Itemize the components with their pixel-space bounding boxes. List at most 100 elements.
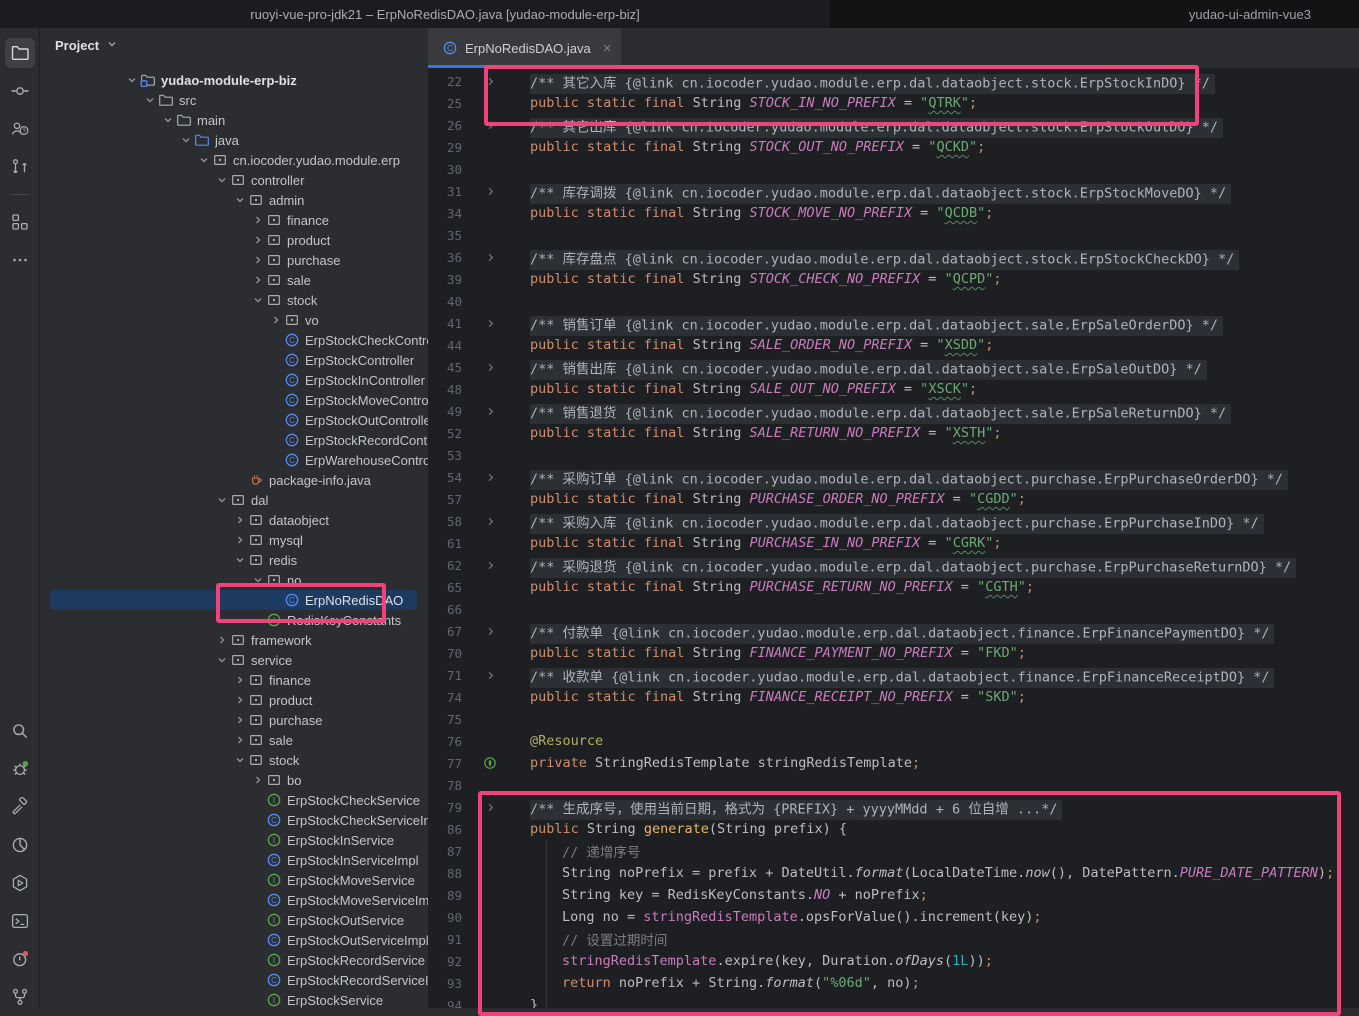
- chevron-down-icon[interactable]: [232, 752, 248, 768]
- chevron-down-icon[interactable]: [124, 72, 140, 88]
- fold-chevron-right-icon[interactable]: [482, 626, 498, 637]
- tree-item-erpstockservice[interactable]: IErpStockService: [40, 990, 428, 1010]
- tree-item-erpstockcheckserviceimpl[interactable]: CErpStockCheckServiceImpl: [40, 810, 428, 830]
- chevron-down-icon[interactable]: [250, 572, 266, 588]
- code-line-61[interactable]: 61public static final String PURCHASE_IN…: [428, 532, 1359, 554]
- code-line-57[interactable]: 57public static final String PURCHASE_OR…: [428, 488, 1359, 510]
- fold-chevron-right-icon[interactable]: [482, 472, 498, 483]
- tree-item-erpstockmoveserviceimpl[interactable]: CErpStockMoveServiceImpl: [40, 890, 428, 910]
- pull-requests-icon[interactable]: [5, 152, 35, 182]
- code-line-31[interactable]: 31/** 库存调拨 {@link cn.iocoder.yudao.modul…: [428, 180, 1359, 202]
- tree-item-package-info-java[interactable]: package-info.java: [40, 470, 428, 490]
- code-line-92[interactable]: 92stringRedisTemplate.expire(key, Durati…: [428, 950, 1359, 972]
- tree-item-erpstockrecordcontroller[interactable]: CErpStockRecordController: [40, 430, 428, 450]
- tree-item-rediskeyconstants[interactable]: IRedisKeyConstants: [40, 610, 428, 630]
- tab-erpnoredisdao[interactable]: C ErpNoRedisDAO.java ×: [428, 28, 621, 68]
- tree-item-product[interactable]: product: [40, 230, 428, 250]
- tree-item-stock[interactable]: stock: [40, 290, 428, 310]
- code-line-26[interactable]: 26/** 其它出库 {@link cn.iocoder.yudao.modul…: [428, 114, 1359, 136]
- fold-chevron-right-icon[interactable]: [482, 252, 498, 263]
- tree-item-erpstockmoveservice[interactable]: IErpStockMoveService: [40, 870, 428, 890]
- code-line-65[interactable]: 65public static final String PURCHASE_RE…: [428, 576, 1359, 598]
- code-line-89[interactable]: 89String key = RedisKeyConstants.NO + no…: [428, 884, 1359, 906]
- tree-item-bo[interactable]: bo: [40, 770, 428, 790]
- chevron-down-icon[interactable]: [142, 92, 158, 108]
- chevron-right-icon[interactable]: [250, 272, 266, 288]
- tree-item-erpstockinservice[interactable]: IErpStockInService: [40, 830, 428, 850]
- tree-item-service[interactable]: service: [40, 650, 428, 670]
- tree-item-dataobject[interactable]: dataobject: [40, 510, 428, 530]
- tree-item-redis[interactable]: redis: [40, 550, 428, 570]
- chevron-down-icon[interactable]: [160, 112, 176, 128]
- code-line-58[interactable]: 58/** 采购入库 {@link cn.iocoder.yudao.modul…: [428, 510, 1359, 532]
- code-line-76[interactable]: 76@Resource: [428, 730, 1359, 752]
- code-line-52[interactable]: 52public static final String SALE_RETURN…: [428, 422, 1359, 444]
- fold-chevron-right-icon[interactable]: [482, 362, 498, 373]
- tree-item-admin[interactable]: admin: [40, 190, 428, 210]
- chevron-down-icon[interactable]: [214, 172, 230, 188]
- spring-bean-icon[interactable]: [482, 755, 498, 771]
- code-line-54[interactable]: 54/** 采购订单 {@link cn.iocoder.yudao.modul…: [428, 466, 1359, 488]
- background-window-title[interactable]: yudao-ui-admin-vue3: [830, 0, 1359, 28]
- fold-chevron-right-icon[interactable]: [482, 516, 498, 527]
- code-line-25[interactable]: 25public static final String STOCK_IN_NO…: [428, 92, 1359, 114]
- chevron-right-icon[interactable]: [232, 712, 248, 728]
- chevron-right-icon[interactable]: [250, 232, 266, 248]
- chevron-down-icon[interactable]: [196, 152, 212, 168]
- services-play-icon[interactable]: [5, 868, 35, 898]
- tree-item-sale[interactable]: sale: [40, 730, 428, 750]
- tree-item-erpwarehousecontroller[interactable]: CErpWarehouseController: [40, 450, 428, 470]
- code-line-62[interactable]: 62/** 采购退货 {@link cn.iocoder.yudao.modul…: [428, 554, 1359, 576]
- chevron-right-icon[interactable]: [214, 632, 230, 648]
- fold-chevron-right-icon[interactable]: [482, 76, 498, 87]
- code-line-45[interactable]: 45/** 销售出库 {@link cn.iocoder.yudao.modul…: [428, 356, 1359, 378]
- chevron-down-icon[interactable]: [178, 132, 194, 148]
- code-line-79[interactable]: 79/** 生成序号，使用当前日期，格式为 {PREFIX} + yyyyMMd…: [428, 796, 1359, 818]
- search-icon[interactable]: [5, 716, 35, 746]
- tree-item-erpstockcheckservice[interactable]: IErpStockCheckService: [40, 790, 428, 810]
- tree-item-finance[interactable]: finance: [40, 210, 428, 230]
- tree-item-erpstockoutcontroller[interactable]: CErpStockOutController: [40, 410, 428, 430]
- project-panel-header[interactable]: Project: [40, 28, 428, 62]
- tree-item-framework[interactable]: framework: [40, 630, 428, 650]
- chevron-right-icon[interactable]: [250, 252, 266, 268]
- code-line-70[interactable]: 70public static final String FINANCE_PAY…: [428, 642, 1359, 664]
- fold-chevron-right-icon[interactable]: [482, 802, 498, 813]
- tree-item-src[interactable]: src: [40, 90, 428, 110]
- chevron-right-icon[interactable]: [268, 312, 284, 328]
- tree-item-dal[interactable]: dal: [40, 490, 428, 510]
- problems-icon[interactable]: [5, 944, 35, 974]
- tree-item-erpstockrecordserviceimpl[interactable]: CErpStockRecordServiceImpl: [40, 970, 428, 990]
- code-line-91[interactable]: 91// 设置过期时间: [428, 928, 1359, 950]
- tree-item-vo[interactable]: vo: [40, 310, 428, 330]
- chevron-right-icon[interactable]: [250, 772, 266, 788]
- tree-item-purchase[interactable]: purchase: [40, 250, 428, 270]
- code-line-41[interactable]: 41/** 销售订单 {@link cn.iocoder.yudao.modul…: [428, 312, 1359, 334]
- fold-chevron-right-icon[interactable]: [482, 186, 498, 197]
- code-line-35[interactable]: 35: [428, 224, 1359, 246]
- tree-item-no[interactable]: no: [40, 570, 428, 590]
- fold-chevron-right-icon[interactable]: [482, 670, 498, 681]
- code-line-86[interactable]: 86public String generate(String prefix) …: [428, 818, 1359, 840]
- tree-item-yudao-module-erp-biz[interactable]: yudao-module-erp-biz: [40, 70, 428, 90]
- code-line-77[interactable]: 77private StringRedisTemplate stringRedi…: [428, 752, 1359, 774]
- tree-item-erpstockoutserviceimpl[interactable]: CErpStockOutServiceImpl: [40, 930, 428, 950]
- code-line-22[interactable]: 22/** 其它入库 {@link cn.iocoder.yudao.modul…: [428, 70, 1359, 92]
- build-hammer-icon[interactable]: [5, 792, 35, 822]
- code-line-93[interactable]: 93return noPrefix + String.format("%06d"…: [428, 972, 1359, 994]
- tree-item-controller[interactable]: controller: [40, 170, 428, 190]
- code-line-75[interactable]: 75: [428, 708, 1359, 730]
- fold-chevron-right-icon[interactable]: [482, 318, 498, 329]
- close-icon[interactable]: ×: [603, 41, 612, 56]
- tree-item-erpstockcontroller[interactable]: CErpStockController: [40, 350, 428, 370]
- code-line-90[interactable]: 90Long no = stringRedisTemplate.opsForVa…: [428, 906, 1359, 928]
- code-line-29[interactable]: 29public static final String STOCK_OUT_N…: [428, 136, 1359, 158]
- tree-item-erpstockincontroller[interactable]: CErpStockInController: [40, 370, 428, 390]
- code-line-74[interactable]: 74public static final String FINANCE_REC…: [428, 686, 1359, 708]
- code-line-30[interactable]: 30: [428, 158, 1359, 180]
- code-line-53[interactable]: 53: [428, 444, 1359, 466]
- fold-chevron-right-icon[interactable]: [482, 406, 498, 417]
- commit-icon[interactable]: [5, 76, 35, 106]
- chevron-down-icon[interactable]: [232, 192, 248, 208]
- code-line-40[interactable]: 40: [428, 290, 1359, 312]
